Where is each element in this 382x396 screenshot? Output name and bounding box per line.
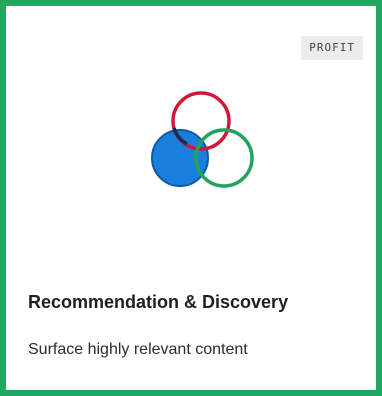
venn-diagram-icon [151, 91, 254, 188]
profit-badge: PROFIT [301, 36, 363, 60]
card-description: Surface highly relevant content [28, 341, 248, 358]
card-title: Recommendation & Discovery [28, 292, 289, 312]
recommendation-discovery-card[interactable]: PROFIT Recommendation & Discovery Surfac… [0, 0, 382, 396]
